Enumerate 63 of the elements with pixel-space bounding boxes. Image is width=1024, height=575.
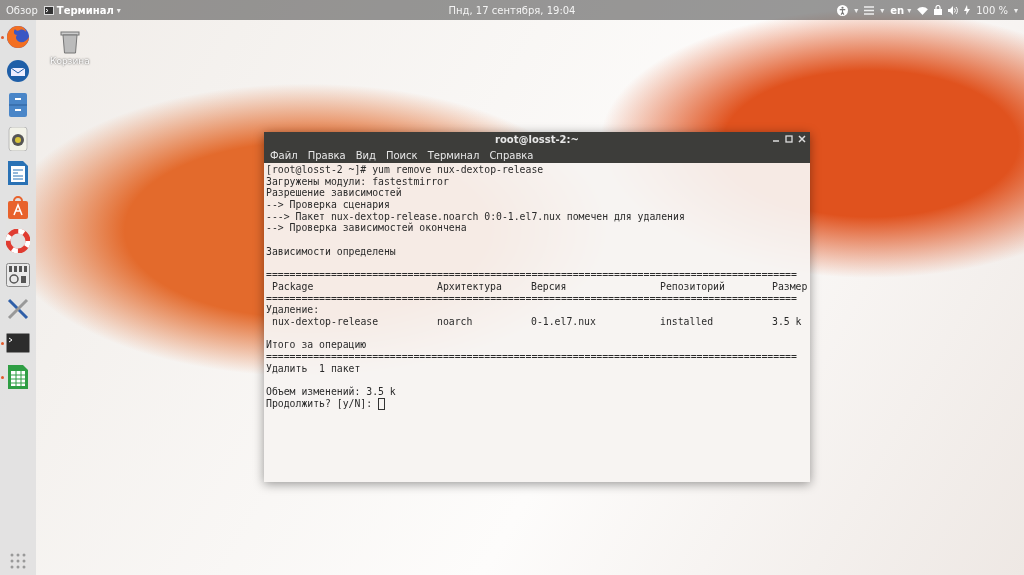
table-cell-text: nux-dextop-release: [272, 315, 380, 328]
wifi-icon[interactable]: [917, 5, 929, 15]
output-line: --> Проверка зависимостей окончена: [266, 222, 467, 235]
menu-item[interactable]: Файл: [270, 149, 298, 161]
menu-item[interactable]: Справка: [489, 149, 534, 161]
language-menu[interactable]: en ▾: [890, 4, 912, 16]
separator-line: ==========================================================================================: [266, 292, 798, 305]
browser-icon[interactable]: [6, 25, 30, 49]
separator-line: ==========================================================================================: [266, 351, 798, 363]
trash-icon[interactable]: [59, 30, 80, 54]
table-cell: 3.5 k: [772, 315, 802, 328]
table-cell-text: Архитектура: [437, 280, 503, 293]
cursor: [378, 397, 386, 410]
menu-item[interactable]: Правка: [307, 149, 346, 161]
menu-icon[interactable]: [864, 5, 875, 15]
output-line: Загружены модули: fastestmirror: [266, 175, 450, 187]
output-line: Объем изменений: 3.5 k: [266, 386, 397, 398]
table-cell-text: 0-1.el7.nux: [531, 315, 597, 328]
terminal-icon: [43, 5, 54, 15]
icon-label[interactable]: Корзина: [50, 56, 90, 66]
output-line: ---> Пакет nux-dextop-release.noarch 0:0-1.el7.nux помечен для удаления: [266, 210, 686, 223]
output-line: Зависимости определены: [266, 245, 397, 258]
prompt-text: Продолжить? [y/N]:: [266, 397, 373, 410]
output-line: Итого за операцию: [266, 339, 368, 351]
window-title: root@losst-2:~: [495, 134, 579, 145]
output-line: Удаление:: [266, 304, 321, 316]
activities-button[interactable]: Обзор: [6, 4, 38, 16]
table-cell-text: noarch: [437, 315, 474, 328]
output-line: [root@losst-2 ~]# yum remove nux-dextop-release: [266, 164, 545, 176]
table-cell-text: Package: [272, 280, 315, 293]
table-cell-text: Репозиторий: [660, 280, 726, 293]
volume-icon[interactable]: [948, 5, 959, 15]
spreadsheet-icon[interactable]: [7, 365, 29, 389]
shopping-bag-icon[interactable]: [7, 195, 29, 219]
document-icon[interactable]: [7, 161, 29, 185]
table-cell-text: Версия: [531, 280, 568, 293]
mail-icon[interactable]: [6, 59, 30, 83]
output-line: Удалить 1 пакет: [266, 362, 362, 375]
menu-item[interactable]: Поиск: [386, 149, 418, 161]
lock-icon[interactable]: [934, 5, 943, 15]
table-cell-text: installed: [660, 315, 715, 328]
battery-icon[interactable]: [964, 5, 971, 15]
lifebuoy-icon[interactable]: [6, 229, 30, 253]
speaker-icon[interactable]: [8, 127, 28, 151]
control-panel-icon[interactable]: [6, 263, 30, 287]
battery-level[interactable]: 100 %: [976, 4, 1008, 16]
tools-icon[interactable]: [6, 297, 30, 321]
terminal-icon[interactable]: [6, 333, 30, 353]
caret-icon[interactable]: ▾: [880, 5, 885, 15]
close-icon[interactable]: [798, 135, 806, 143]
file-cabinet-icon[interactable]: [8, 93, 28, 117]
app-menu[interactable]: Терминал ▾: [43, 4, 121, 16]
output-line: Разрешение зависимостей: [266, 187, 403, 200]
clock[interactable]: Пнд, 17 сентября, 19:04: [448, 4, 576, 16]
output-line: --> Проверка сценария: [266, 199, 391, 211]
maximize-icon[interactable]: [785, 135, 793, 143]
accessibility-icon[interactable]: [837, 4, 849, 16]
menu-item[interactable]: Вид: [355, 149, 376, 161]
menu-item[interactable]: Терминал: [427, 149, 480, 161]
table-cell: Размер: [772, 280, 808, 293]
caret-icon[interactable]: ▾: [1014, 5, 1018, 15]
separator-line: ==========================================================================================: [266, 269, 798, 281]
caret-icon[interactable]: ▾: [854, 5, 859, 15]
